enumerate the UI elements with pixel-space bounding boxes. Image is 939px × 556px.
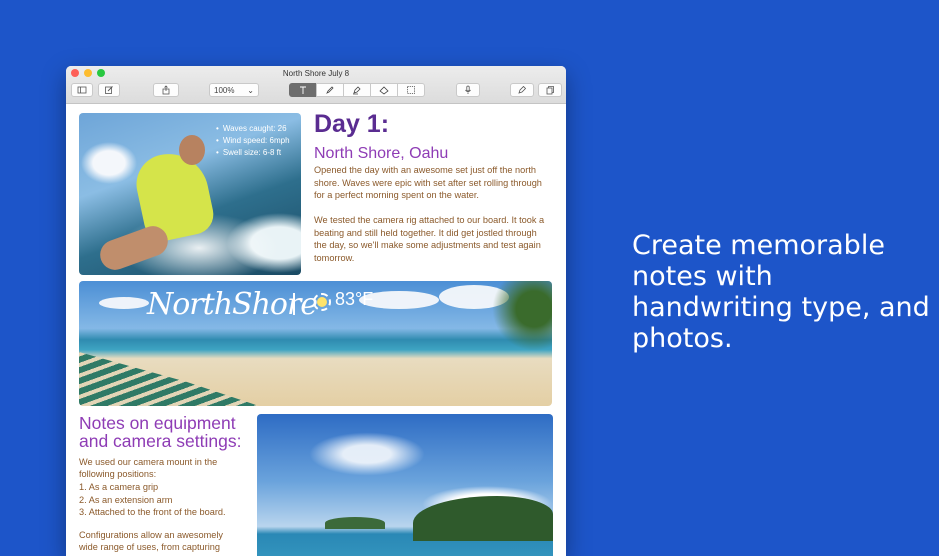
window-title: North Shore July 8 bbox=[282, 69, 350, 78]
chevron-down-icon: ⌄ bbox=[247, 85, 254, 95]
location-subheading: North Shore, Oahu bbox=[314, 145, 449, 162]
sidebar-icon bbox=[77, 86, 87, 94]
surf-stat: Waves caught: 26 bbox=[216, 123, 290, 135]
text-tool-button[interactable] bbox=[289, 83, 317, 97]
handwriting-divider bbox=[293, 293, 295, 315]
eraser-icon bbox=[379, 86, 389, 95]
equipment-notes-intro: We used our camera mount in the followin… bbox=[79, 457, 218, 479]
pages-button[interactable] bbox=[538, 83, 562, 97]
record-audio-button[interactable] bbox=[456, 83, 480, 97]
islet-shape bbox=[325, 517, 385, 529]
tagline: Create memorable notes with handwriting … bbox=[632, 230, 930, 354]
handwritten-location: NorthShore bbox=[147, 287, 318, 322]
sun-core-shape bbox=[317, 297, 327, 307]
highlighter-icon bbox=[353, 86, 361, 95]
selection-tool-button[interactable] bbox=[397, 83, 425, 97]
cloud-shape bbox=[99, 297, 149, 309]
notes-window: North Shore July 8 100% ⌄ • Waves caught… bbox=[66, 66, 566, 556]
surfer-head-shape bbox=[179, 135, 205, 165]
list-item: 1. As a camera grip bbox=[79, 482, 159, 492]
zoom-value: 100% bbox=[214, 85, 235, 95]
surfer-photo: Waves caught: 26 Wind speed: 6mph Swell … bbox=[79, 113, 301, 275]
island-shape bbox=[413, 496, 553, 541]
zoom-select[interactable]: 100% ⌄ bbox=[209, 83, 259, 97]
highlighter-tool-button[interactable] bbox=[343, 83, 371, 97]
compose-button[interactable] bbox=[98, 83, 120, 97]
palm-tree-shape bbox=[492, 281, 552, 351]
list-item: 3. Attached to the front of the board. bbox=[79, 507, 226, 517]
pages-icon bbox=[546, 86, 554, 95]
microphone-icon bbox=[465, 85, 471, 94]
share-button[interactable] bbox=[153, 83, 179, 97]
beach-panorama-photo: NorthShore 83°F bbox=[79, 281, 552, 406]
surf-stats-list: Waves caught: 26 Wind speed: 6mph Swell … bbox=[216, 123, 290, 159]
eraser-tool-button[interactable] bbox=[370, 83, 398, 97]
temperature-label: 83°F bbox=[335, 289, 374, 309]
note-canvas[interactable]: Waves caught: 26 Wind speed: 6mph Swell … bbox=[66, 104, 566, 556]
ocean-photo bbox=[257, 414, 553, 556]
sidebar-toggle-button[interactable] bbox=[71, 83, 93, 97]
list-item: 2. As an extension arm bbox=[79, 494, 173, 505]
pen-icon bbox=[518, 85, 527, 94]
camera-positions-list: 1. As a camera grip 2. As an extension a… bbox=[79, 481, 226, 519]
note-paragraph-1: Opened the day with an awesome set just … bbox=[314, 165, 542, 200]
share-icon bbox=[162, 85, 170, 95]
surf-stat: Swell size: 6-8 ft bbox=[216, 147, 290, 159]
text-tool-icon bbox=[300, 86, 306, 94]
selection-icon bbox=[407, 86, 415, 94]
note-paragraph-2: We tested the camera rig attached to our… bbox=[314, 215, 545, 263]
day-heading: Day 1: bbox=[314, 110, 390, 138]
surf-stat: Wind speed: 6mph bbox=[216, 135, 290, 147]
beach-chairs-shape bbox=[79, 352, 259, 406]
compose-icon bbox=[105, 86, 113, 94]
pen-button[interactable] bbox=[510, 83, 534, 97]
pencil-icon bbox=[326, 86, 334, 94]
equipment-notes-heading: Notes on equipment and camera settings: bbox=[79, 413, 242, 451]
titlebar: North Shore July 8 100% ⌄ bbox=[66, 66, 566, 104]
pencil-tool-button[interactable] bbox=[316, 83, 344, 97]
equipment-notes-continued: Configurations allow an awesomely wide r… bbox=[79, 530, 224, 552]
